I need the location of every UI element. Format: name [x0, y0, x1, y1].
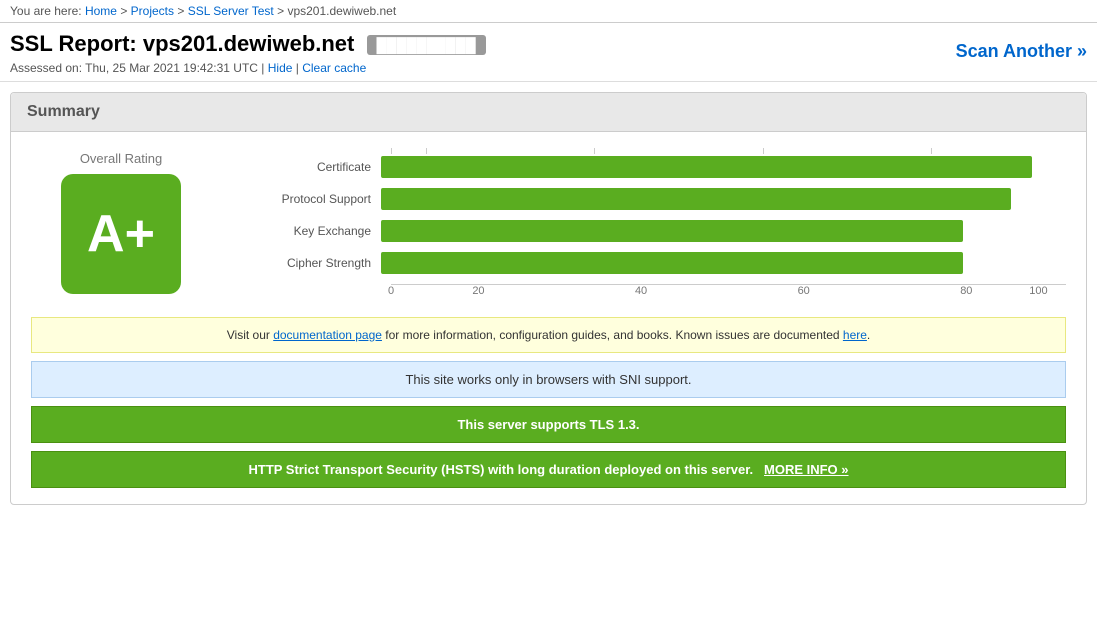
title-prefix: SSL Report: [10, 31, 137, 56]
chart-bar-cipher [381, 252, 1066, 274]
chart-bar-keyexchange [381, 220, 1066, 242]
sni-text: This site works only in browsers with SN… [405, 372, 691, 387]
breadcrumb-prefix: You are here: [10, 4, 82, 18]
clear-cache-link[interactable]: Clear cache [302, 61, 366, 75]
assessed-label: Assessed on: [10, 61, 82, 75]
breadcrumb-home[interactable]: Home [85, 4, 117, 18]
overall-rating-label: Overall Rating [80, 151, 162, 166]
chart-bar-protocol [381, 188, 1066, 210]
chart-label-protocol: Protocol Support [271, 192, 381, 206]
ip-badge: ██████████ [367, 35, 486, 55]
notice-text-after: . [867, 328, 870, 342]
hsts-notice: HTTP Strict Transport Security (HSTS) wi… [31, 451, 1066, 488]
notice-text-middle: for more information, configuration guid… [382, 328, 843, 342]
chart-label-cipher: Cipher Strength [271, 256, 381, 270]
grade-badge: A+ [61, 174, 181, 294]
rating-left: Overall Rating A+ [31, 151, 211, 294]
assessed-info: Assessed on: Thu, 25 Mar 2021 19:42:31 U… [10, 61, 486, 75]
known-issues-link[interactable]: here [843, 328, 867, 342]
sni-notice: This site works only in browsers with SN… [31, 361, 1066, 398]
summary-title: Summary [27, 103, 100, 120]
chart-area: Certificate Protocol Support [271, 148, 1066, 297]
chart-label-keyexchange: Key Exchange [271, 224, 381, 238]
chart-row-cipher: Cipher Strength [271, 252, 1066, 274]
hide-link[interactable]: Hide [268, 61, 293, 75]
breadcrumb-current: vps201.dewiweb.net [287, 4, 396, 18]
summary-box: Summary Overall Rating A+ [10, 92, 1087, 505]
notice-text-before: Visit our [227, 328, 273, 342]
chart-wrapper: Certificate Protocol Support [271, 148, 1066, 297]
chart-label-certificate: Certificate [271, 160, 381, 174]
hostname: vps201.dewiweb.net [143, 31, 355, 56]
summary-body: Overall Rating A+ [11, 132, 1086, 504]
grade-value: A+ [87, 204, 155, 264]
chart-bar-certificate [381, 156, 1066, 178]
documentation-page-link[interactable]: documentation page [273, 328, 382, 342]
chart-row-keyexchange: Key Exchange [271, 220, 1066, 242]
page-header: SSL Report: vps201.dewiweb.net █████████… [0, 23, 1097, 82]
breadcrumb-ssl-server-test[interactable]: SSL Server Test [188, 4, 274, 18]
main-content: Summary Overall Rating A+ [0, 82, 1097, 515]
rating-section: Overall Rating A+ [31, 148, 1066, 297]
chart-row-protocol: Protocol Support [271, 188, 1066, 210]
breadcrumb-projects[interactable]: Projects [131, 4, 174, 18]
breadcrumb: You are here: Home > Projects > SSL Serv… [0, 0, 1097, 23]
tls-text: This server supports TLS 1.3. [457, 417, 639, 432]
hsts-more-info-link[interactable]: MORE INFO » [764, 462, 849, 477]
chart-row-certificate: Certificate [271, 156, 1066, 178]
page-title: SSL Report: vps201.dewiweb.net █████████… [10, 31, 486, 57]
hsts-text: HTTP Strict Transport Security (HSTS) wi… [248, 462, 753, 477]
assessed-date: Thu, 25 Mar 2021 19:42:31 UTC [85, 61, 258, 75]
tls-notice: This server supports TLS 1.3. [31, 406, 1066, 443]
documentation-notice: Visit our documentation page for more in… [31, 317, 1066, 353]
scan-another-link[interactable]: Scan Another » [956, 41, 1087, 62]
summary-header: Summary [11, 93, 1086, 132]
